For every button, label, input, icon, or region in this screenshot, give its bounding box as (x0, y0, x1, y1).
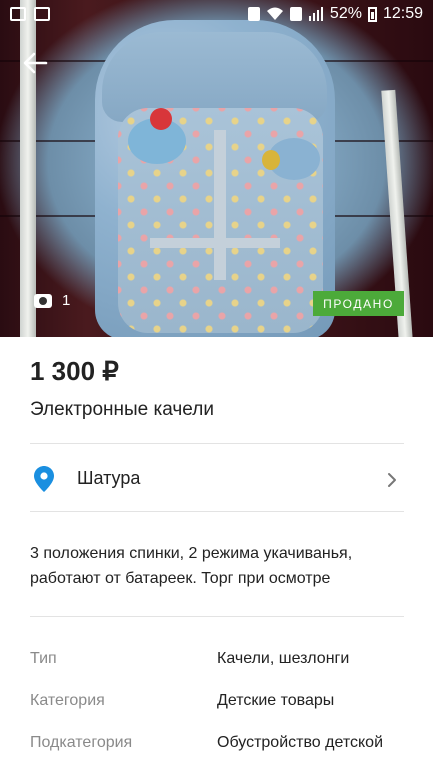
photo-counter: 1 (34, 292, 70, 309)
photo-count-value: 1 (62, 292, 71, 309)
signal-icon (308, 7, 323, 21)
property-value-category: Детские товары (217, 692, 335, 709)
status-bar: 52% 12:59 (0, 0, 433, 32)
divider (30, 616, 404, 617)
location-row[interactable]: Шатура (30, 452, 404, 508)
gallery-icon (34, 7, 50, 21)
listing-description: 3 положения спинки, 2 режима укачиванья,… (30, 545, 353, 587)
location-name: Шатура (77, 468, 141, 488)
property-label-subcategory: Подкатегория (30, 734, 133, 751)
camera-icon (34, 293, 52, 308)
listing-title: Электронные качели (30, 399, 214, 420)
clock: 12:59 (382, 5, 423, 22)
sold-badge: ПРОДАНО (313, 291, 404, 316)
battery-icon (367, 6, 377, 22)
property-label-type: Тип (30, 650, 57, 667)
divider (30, 511, 404, 512)
divider (30, 443, 404, 444)
location-pin-icon (34, 466, 54, 492)
lock-icon (247, 7, 260, 21)
mail-icon (10, 7, 26, 21)
listing-photo[interactable]: 52% 12:59 1 ПРОДАНО (0, 0, 433, 337)
wifi-icon (266, 7, 283, 20)
chevron-right-icon (388, 473, 396, 487)
back-arrow-icon[interactable] (20, 48, 50, 78)
property-label-category: Категория (30, 692, 105, 709)
sim-icon (289, 7, 302, 21)
property-value-type: Качели, шезлонги (217, 650, 350, 667)
property-value-subcategory: Обустройство детской (217, 734, 383, 751)
battery-percent: 52% (329, 5, 362, 22)
listing-price: 1 300 ₽ (30, 356, 119, 386)
